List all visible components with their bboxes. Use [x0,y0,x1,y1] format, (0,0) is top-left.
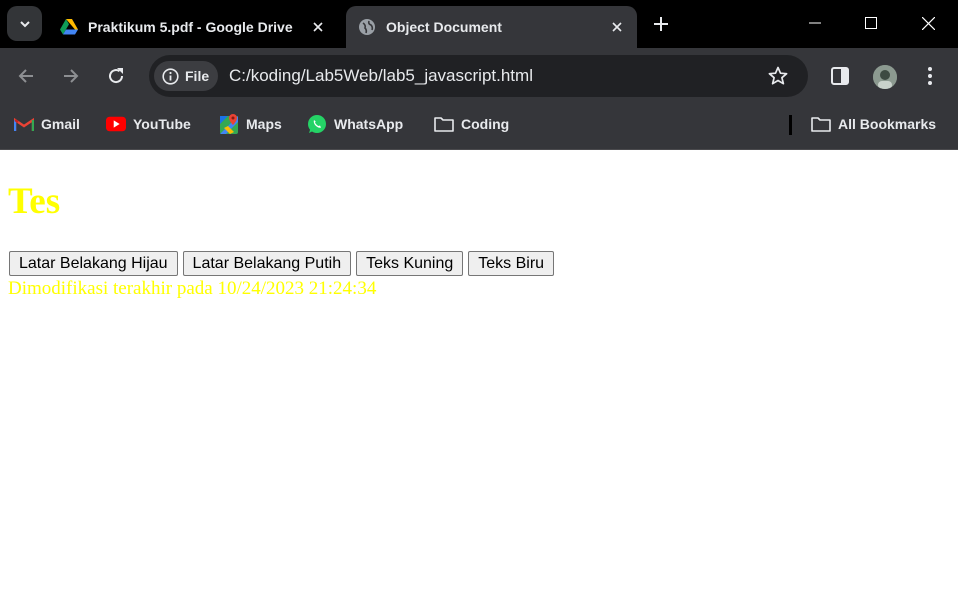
tab-search-button[interactable] [7,6,42,41]
gmail-icon [14,114,34,134]
minimize-button[interactable] [792,6,838,40]
minimize-icon [809,22,821,24]
info-icon [162,67,179,85]
youtube-icon [106,114,126,134]
green-background-button[interactable]: Latar Belakang Hijau [9,251,178,276]
tab-google-drive[interactable]: Praktikum 5.pdf - Google Drive [48,6,338,48]
menu-button[interactable] [914,60,946,92]
chevron-down-icon [19,20,30,27]
back-arrow-icon [18,69,33,83]
bookmark-star-button[interactable] [766,64,790,88]
yellow-text-button[interactable]: Teks Kuning [356,251,464,276]
close-tab-icon[interactable] [605,15,629,39]
bookmark-coding-folder[interactable]: Coding [434,104,509,144]
bookmark-youtube[interactable]: YouTube [106,104,191,144]
star-icon [768,66,788,85]
tab-object-document[interactable]: Object Document [346,6,637,48]
folder-icon [434,114,454,134]
maximize-icon [865,17,877,29]
bookmark-label: WhatsApp [334,116,404,132]
address-bar[interactable]: File C:/koding/Lab5Web/lab5_javascript.h… [149,55,808,97]
chip-label: File [185,68,210,84]
close-window-button[interactable] [905,6,951,40]
bookmark-label: Coding [461,116,510,132]
globe-icon [358,18,376,36]
last-modified-text: Dimodifikasi terakhir pada 10/24/2023 21… [8,278,377,299]
white-background-button[interactable]: Latar Belakang Putih [182,251,352,276]
tab-title: Praktikum 5.pdf - Google Drive [88,19,293,35]
forward-arrow-icon [64,69,79,83]
side-panel-button[interactable] [824,60,856,92]
bookmark-label: YouTube [133,116,191,132]
blue-text-button[interactable]: Teks Biru [468,251,555,276]
google-drive-icon [60,18,78,36]
browser-toolbar: File C:/koding/Lab5Web/lab5_javascript.h… [0,48,958,104]
tab-title: Object Document [386,19,502,35]
bookmarks-separator [789,115,792,135]
plus-icon [654,17,668,31]
button-row: Latar Belakang Hijau Latar Belakang Puti… [9,251,559,276]
more-vert-icon [928,67,932,85]
site-info-chip[interactable]: File [154,61,218,91]
avatar[interactable] [873,65,897,89]
side-panel-icon [831,67,849,85]
reload-icon [109,68,124,84]
new-tab-button[interactable] [648,11,674,37]
maximize-button[interactable] [848,6,894,40]
back-button[interactable] [10,60,42,92]
bookmark-maps[interactable]: Maps [219,104,282,144]
all-bookmarks-button[interactable]: All Bookmarks [811,104,936,144]
close-icon [921,16,935,30]
maps-icon [219,114,239,134]
browser-titlebar: Praktikum 5.pdf - Google Drive Object Do… [0,0,958,48]
bookmark-whatsapp[interactable]: WhatsApp [307,104,403,144]
url-text[interactable]: C:/koding/Lab5Web/lab5_javascript.html [229,66,533,86]
page-heading: Tes [8,181,61,222]
bookmark-label: Maps [246,116,282,132]
page-content: Tes Latar Belakang Hijau Latar Belakang … [0,150,958,614]
close-tab-icon[interactable] [306,15,330,39]
folder-icon [811,114,831,134]
bookmark-label: Gmail [41,116,80,132]
forward-button[interactable] [55,60,87,92]
bookmarks-bar: Gmail YouTube Maps WhatsApp Coding All B… [0,104,958,150]
reload-button[interactable] [100,60,132,92]
bookmark-gmail[interactable]: Gmail [14,104,80,144]
profile-photo-icon [873,65,897,89]
whatsapp-icon [307,114,327,134]
all-bookmarks-label: All Bookmarks [838,116,937,132]
